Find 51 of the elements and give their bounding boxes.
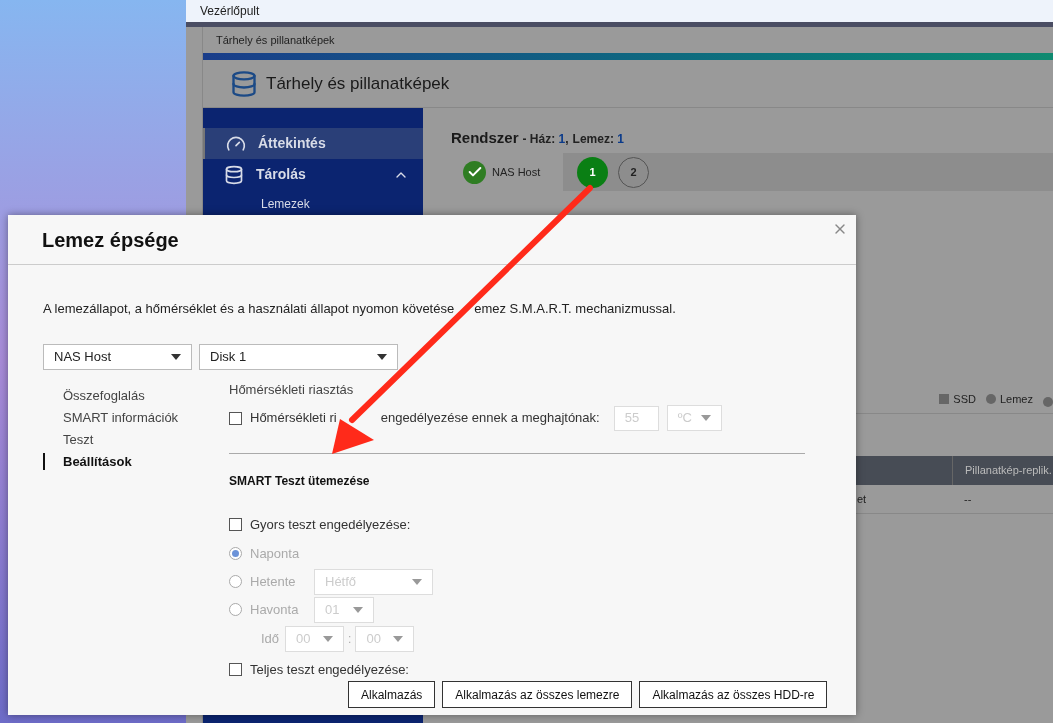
radio-label: Havonta [250, 600, 300, 619]
dropdown[interactable]: Disk 1 [199, 343, 398, 370]
legend-marker [1043, 397, 1053, 407]
section-title: Rendszer [451, 127, 519, 148]
sidebar-item[interactable]: Tárolás [203, 159, 423, 190]
checkbox-label: engedélyezése ennek a meghajtónak: [380, 409, 600, 428]
description: A lemezállapot, a hőmérséklet és a használati állapot nyomon követése [43, 300, 455, 318]
apply-button[interactable]: Alkalmazás az összes lemezre [442, 681, 633, 708]
caret-icon [393, 635, 404, 642]
enclosure-button[interactable]: 1 [577, 156, 608, 188]
table-cell-text: et [856, 491, 868, 507]
database-icon [224, 164, 244, 185]
sidebar-item[interactable]: Lemezek [203, 190, 423, 218]
dropdown[interactable]: NAS Host [43, 343, 192, 370]
radio-label: Hetente [250, 572, 297, 591]
dialog-title: Lemez épsége [42, 227, 179, 253]
checkbox-label: Gyors teszt engedélyezése: [250, 516, 411, 534]
summary-text: Lemez: 1 [572, 131, 624, 148]
caret-icon [353, 606, 363, 613]
host-label: NAS Host [492, 164, 541, 180]
section-heading: SMART Teszt ütemezése [229, 473, 371, 490]
section-heading: Hőmérsékleti riasztás [229, 380, 355, 399]
apply-button[interactable]: Alkalmazás az összes HDD-re [639, 681, 828, 708]
window-title: Vezérlőpult [200, 3, 260, 20]
legend-marker [985, 393, 996, 404]
legend-label: SSD [953, 391, 976, 407]
legend-marker [939, 393, 950, 404]
storage-icon [230, 69, 258, 98]
caret-icon [700, 415, 711, 421]
legend-label: Lemez [999, 391, 1033, 407]
app-title: Tárhely és pillanatképek [266, 72, 450, 95]
checkbox-label: Teljes teszt engedélyezése: [250, 660, 409, 679]
nav-item[interactable]: Összefoglalás [43, 386, 229, 404]
nav-item[interactable]: SMART információk [43, 408, 229, 426]
caret-icon [377, 353, 387, 360]
column-header: Pillanatkép-replik. [952, 456, 1053, 485]
description: emez S.M.A.R.T. mechanizmussal. [474, 300, 676, 318]
window-title: Tárhely és pillanatképek [216, 32, 335, 48]
caret-icon [323, 635, 334, 642]
time-separator: : [348, 630, 352, 648]
sidebar-item[interactable]: Áttekintés [203, 128, 423, 159]
summary-text: - Ház: 1, [522, 131, 569, 148]
apply-button[interactable]: Alkalmazás [348, 681, 436, 708]
caret-icon [412, 578, 422, 585]
nav-item[interactable]: Teszt [43, 430, 229, 448]
radio-label: Naponta [250, 544, 301, 563]
checkbox-label: Hőmérsékleti ri [250, 409, 337, 428]
caret-icon [171, 353, 181, 360]
table-cell-text: -- [963, 491, 973, 507]
nav-item[interactable]: Beállítások [43, 452, 229, 470]
time-label: Idő [261, 629, 280, 648]
